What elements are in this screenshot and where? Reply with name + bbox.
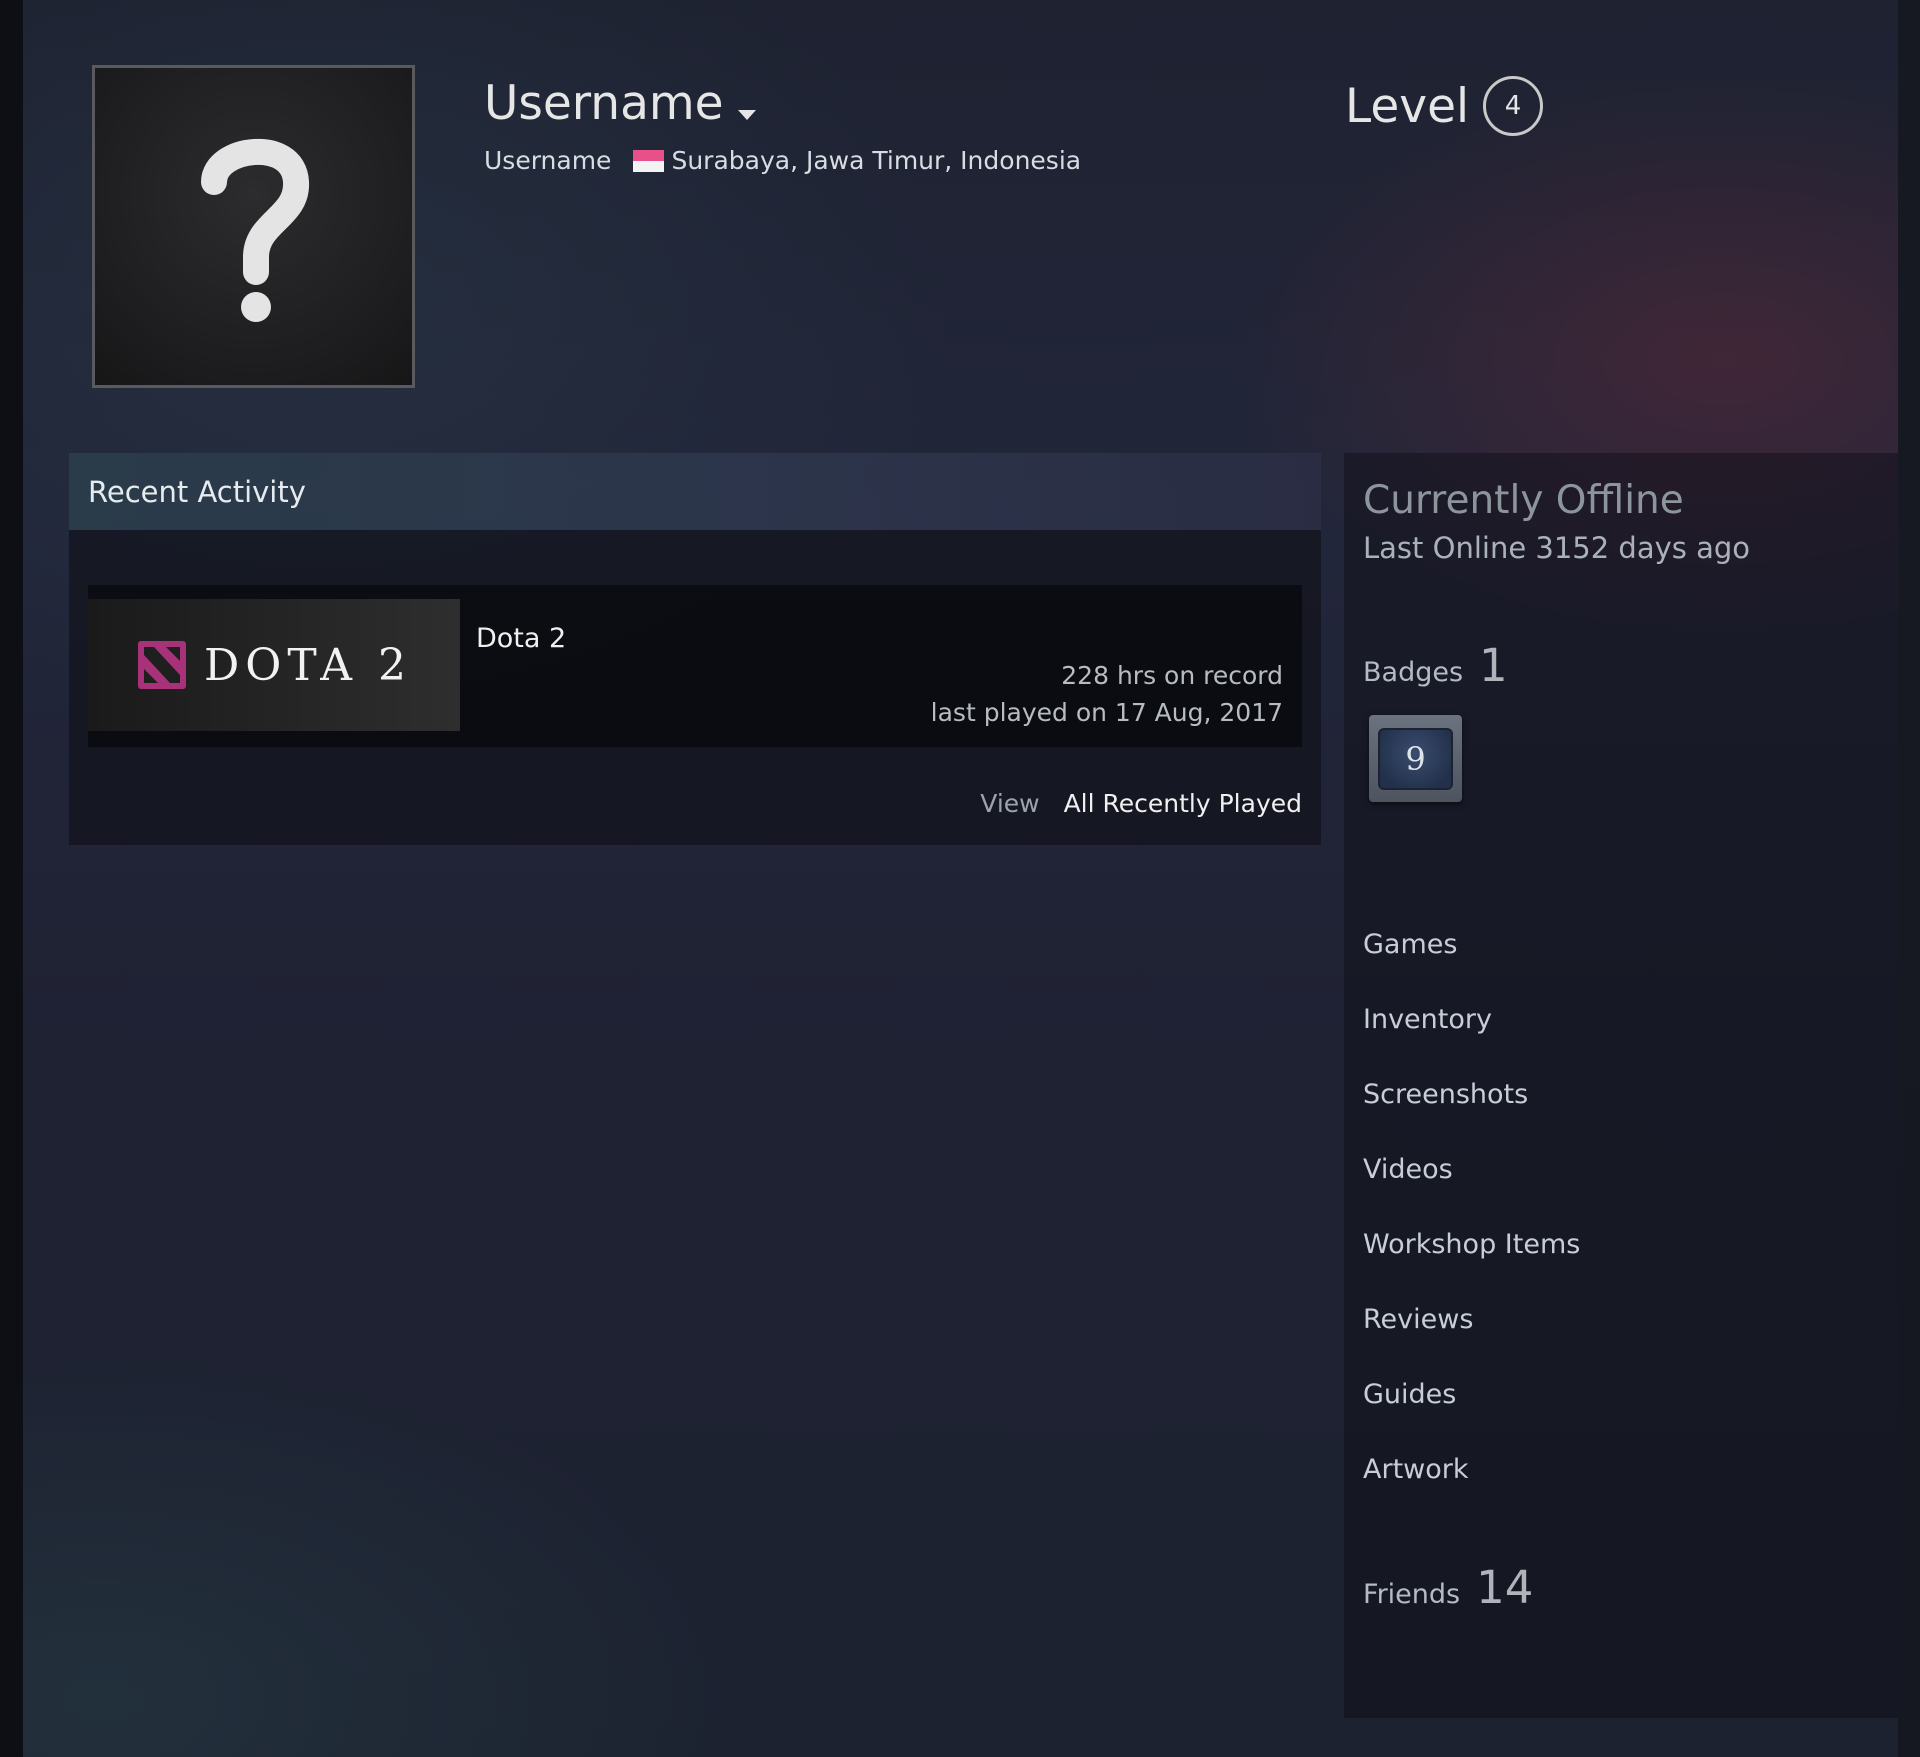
view-label: View <box>980 789 1040 818</box>
level-badge[interactable]: 4 <box>1483 76 1544 136</box>
profile-page: Username Username Surabaya, Jawa Timur, … <box>23 0 1898 1757</box>
online-status: Currently Offline <box>1363 478 1684 523</box>
profile-level: Level 4 <box>1345 76 1544 136</box>
last-online: Last Online 3152 days ago <box>1363 531 1750 565</box>
location: Surabaya, Jawa Timur, Indonesia <box>671 146 1082 175</box>
question-mark-icon <box>200 138 309 322</box>
badge-icon-inner: 9 <box>1378 727 1453 790</box>
badge-icon[interactable]: 9 <box>1369 715 1462 802</box>
real-name: Username <box>484 146 612 175</box>
badges-count-link[interactable]: Badges 1 <box>1363 639 1508 692</box>
game-name[interactable]: Dota 2 <box>476 623 566 654</box>
indonesia-flag-icon <box>633 149 665 172</box>
nav-link-screenshots[interactable]: Screenshots <box>1363 1057 1863 1132</box>
recent-activity-panel: Recent Activity DOTA 2 Dota 2 228 hrs on… <box>69 453 1321 845</box>
avatar[interactable] <box>92 65 415 388</box>
nav-link-artwork[interactable]: Artwork <box>1363 1432 1863 1507</box>
game-last-played: last played on 17 Aug, 2017 <box>930 698 1283 727</box>
nav-link-games[interactable]: Games <box>1363 907 1863 982</box>
level-label: Level <box>1345 78 1470 134</box>
persona-name[interactable]: Username <box>484 76 756 131</box>
friends-count-link[interactable]: Friends 14 <box>1363 1561 1533 1614</box>
game-hours: 228 hrs on record <box>1061 661 1283 690</box>
all-recently-played-link[interactable]: All Recently Played <box>1064 789 1302 818</box>
nav-link-videos[interactable]: Videos <box>1363 1132 1863 1207</box>
badges-count: 1 <box>1479 639 1508 692</box>
nav-link-guides[interactable]: Guides <box>1363 1357 1863 1432</box>
page-edge <box>1898 0 1920 1757</box>
persona-name-text: Username <box>484 76 724 131</box>
game-capsule[interactable]: DOTA 2 <box>88 599 460 731</box>
game-row: DOTA 2 Dota 2 228 hrs on record last pla… <box>88 585 1302 747</box>
recent-activity-header: Recent Activity <box>69 453 1321 530</box>
friends-label: Friends <box>1363 1579 1461 1610</box>
view-all-recently-played: View All Recently Played <box>980 789 1302 818</box>
recent-activity-title: Recent Activity <box>88 474 306 509</box>
badges-label: Badges <box>1363 657 1464 688</box>
profile-nav-links: Games Inventory Screenshots Videos Works… <box>1363 907 1863 1507</box>
friends-count: 14 <box>1476 1561 1534 1614</box>
nav-link-reviews[interactable]: Reviews <box>1363 1282 1863 1357</box>
game-logo-text: DOTA 2 <box>203 639 413 691</box>
nav-link-workshop-items[interactable]: Workshop Items <box>1363 1207 1863 1282</box>
chevron-down-icon[interactable] <box>737 109 756 120</box>
nav-link-inventory[interactable]: Inventory <box>1363 982 1863 1057</box>
header-meta: Username Surabaya, Jawa Timur, Indonesia <box>484 146 1081 175</box>
profile-sidebar: Currently Offline Last Online 3152 days … <box>1344 453 1898 1718</box>
dota-logo-icon <box>137 641 186 689</box>
